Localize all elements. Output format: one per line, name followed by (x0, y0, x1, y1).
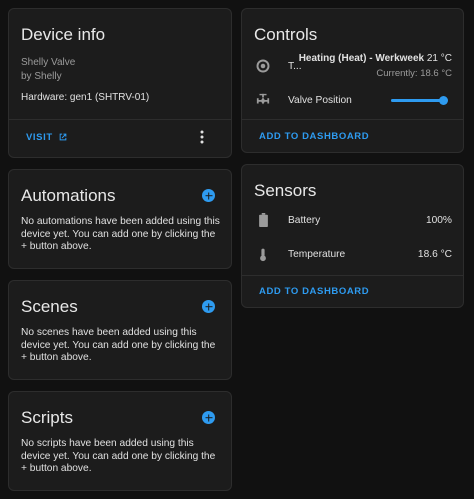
automations-title: Automations (21, 186, 116, 205)
thermostat-current: Currently: 18.6 °C (376, 68, 452, 79)
scripts-card: Scripts No scripts have been added using… (8, 391, 232, 491)
controls-divider (242, 119, 463, 120)
valve-position-label: Valve Position (288, 95, 352, 106)
scripts-empty-text: No scripts have been added using this de… (21, 438, 216, 474)
sensor-label-temperature[interactable]: Temperature (288, 249, 345, 260)
valve-position-slider[interactable] (391, 96, 448, 105)
automations-empty-text: No automations have been added using thi… (21, 216, 220, 252)
open-in-new-icon (59, 133, 67, 141)
valve-icon (256, 93, 270, 105)
device-info-divider (9, 119, 231, 120)
scenes-card: Scenes No scenes have been added using t… (8, 280, 232, 380)
thermostat-icon (256, 59, 270, 73)
device-info-card: Device info Shelly Valve by Shelly Hardw… (8, 8, 232, 158)
scenes-empty-text: No scenes have been added using this dev… (21, 327, 216, 363)
automations-card: Automations No automations have been add… (8, 169, 232, 269)
sensor-value-battery: 100% (425, 215, 452, 226)
thermometer-icon (260, 248, 266, 262)
device-model: Shelly Valve (21, 57, 76, 68)
more-vertical-icon[interactable] (200, 130, 204, 144)
add-scene-button[interactable] (202, 300, 215, 313)
sensor-value-temperature: 18.6 °C (417, 249, 452, 260)
thermostat-state[interactable]: Heating (Heat) - Werkweek 21 °C (299, 53, 452, 64)
visit-button[interactable]: VISIT (26, 132, 67, 143)
thermostat-mode: Heating (Heat) - Werkweek (298, 53, 425, 64)
device-manufacturer: by Shelly (21, 71, 62, 82)
scripts-title: Scripts (21, 408, 73, 427)
device-hardware: Hardware: gen1 (SHTRV-01) (21, 92, 149, 103)
visit-label: VISIT (26, 132, 53, 143)
controls-add-to-dashboard-button[interactable]: ADD TO DASHBOARD (259, 131, 369, 142)
device-info-title: Device info (21, 25, 106, 44)
sensors-card: Sensors Battery 100% Temperature 18.6 °C… (241, 164, 464, 308)
hardware-label: Hardware: (21, 92, 68, 103)
valve-position-thumb[interactable] (438, 96, 448, 105)
valve-position-fill (391, 99, 443, 102)
sensors-title: Sensors (254, 181, 317, 200)
controls-title: Controls (254, 25, 318, 44)
sensor-label-battery[interactable]: Battery (288, 215, 320, 226)
battery-icon (259, 213, 268, 227)
add-script-button[interactable] (202, 411, 215, 424)
sensors-add-to-dashboard-button[interactable]: ADD TO DASHBOARD (259, 286, 369, 297)
scenes-title: Scenes (21, 297, 78, 316)
thermostat-target: 21 °C (426, 53, 452, 64)
hardware-value: gen1 (SHTRV-01) (69, 92, 150, 103)
controls-card: Controls T... Heating (Heat) - Werkweek … (241, 8, 464, 153)
sensors-divider (242, 275, 463, 276)
add-automation-button[interactable] (202, 189, 215, 202)
